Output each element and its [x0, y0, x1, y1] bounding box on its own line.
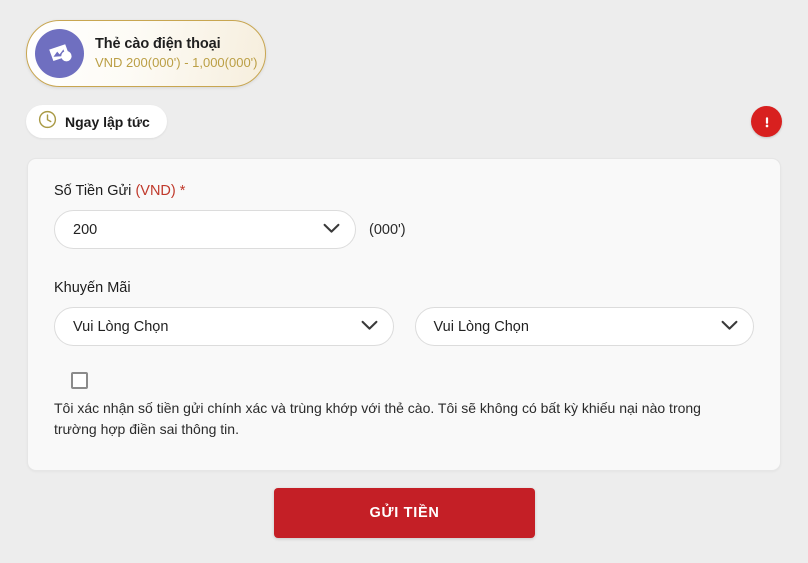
amount-select-value: 200	[73, 221, 98, 238]
amount-row: 200 (000')	[54, 210, 754, 249]
payment-method-text: Thẻ cào điện thoại VND 200(000') - 1,000…	[95, 36, 258, 70]
instant-processing-badge[interactable]: Ngay lập tức	[26, 105, 167, 138]
scratch-card-icon	[35, 29, 84, 78]
amount-label-unit: (VND)	[135, 183, 176, 199]
promotion-secondary-value: Vui Lòng Chọn	[433, 318, 529, 335]
promotion-primary-value: Vui Lòng Chọn	[73, 318, 169, 335]
consent-block: Tôi xác nhận số tiền gửi chính xác và tr…	[54, 372, 754, 440]
chevron-down-icon	[721, 319, 738, 335]
payment-method-card[interactable]: Thẻ cào điện thoại VND 200(000') - 1,000…	[26, 20, 266, 87]
promotion-row: Vui Lòng Chọn Vui Lòng Chọn	[54, 307, 754, 346]
promotion-block: Khuyến Mãi Vui Lòng Chọn Vui Lòng Chọn	[54, 280, 754, 346]
amount-required-marker: *	[179, 183, 186, 199]
amount-field-label: Số Tiền Gửi (VND) *	[54, 183, 754, 199]
chevron-down-icon	[361, 319, 378, 335]
consent-checkbox[interactable]	[71, 372, 88, 389]
instant-badge-label: Ngay lập tức	[65, 113, 150, 130]
payment-method-range: VND 200(000') - 1,000(000')	[95, 55, 258, 71]
clock-icon	[38, 110, 57, 134]
chevron-down-icon	[323, 222, 340, 238]
deposit-form-panel: Số Tiền Gửi (VND) * 200 (000') Khuyến Mã…	[27, 158, 781, 471]
amount-unit-suffix: (000')	[369, 221, 406, 238]
promotion-field-label: Khuyến Mãi	[54, 280, 131, 296]
submit-deposit-button[interactable]: GỬI TIỀN	[274, 488, 535, 538]
payment-method-title: Thẻ cào điện thoại	[95, 36, 221, 53]
promotion-select-primary[interactable]: Vui Lòng Chọn	[54, 307, 394, 346]
promotion-select-secondary[interactable]: Vui Lòng Chọn	[414, 307, 754, 346]
amount-label-text: Số Tiền Gửi	[54, 183, 136, 199]
consent-text: Tôi xác nhận số tiền gửi chính xác và tr…	[54, 400, 701, 437]
amount-select[interactable]: 200	[54, 210, 356, 249]
alert-exclamation-icon[interactable]	[751, 106, 782, 137]
